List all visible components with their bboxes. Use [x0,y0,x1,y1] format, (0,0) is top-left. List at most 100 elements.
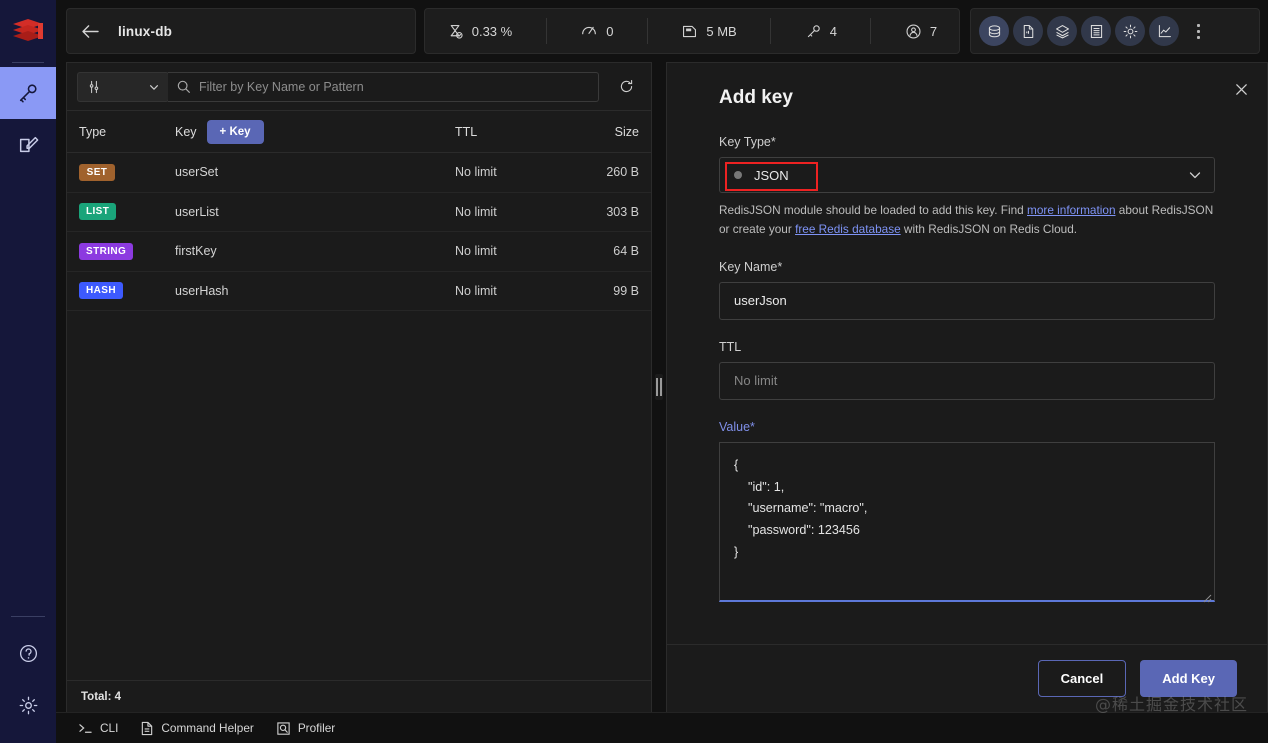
keys-table-body: SET userSet No limit 260 B LIST userList… [67,153,651,680]
stat-cpu: 0.33 % [437,23,522,40]
stat-divider [646,18,648,44]
key-type-select[interactable]: JSON [719,157,1215,193]
stat-commands: 0 [570,22,623,40]
status-badge: LIST [79,203,117,221]
slowlog-document-icon-button[interactable] [1013,16,1043,46]
layers-icon-button[interactable] [1047,16,1077,46]
column-header-ttl[interactable]: TTL [455,125,567,139]
key-type-dot-icon [734,171,742,179]
analytics-chart-icon [1156,23,1173,40]
table-grid-icon-button[interactable] [1081,16,1111,46]
page-title: Add key [719,87,793,108]
add-key-button[interactable]: + Key [206,119,264,144]
cancel-button[interactable]: Cancel [1037,660,1127,697]
database-stats-bar: 0.33 % 0 5 MB 4 7 [424,8,960,54]
sidebar-item-workbench[interactable] [0,119,56,171]
user-circle-icon [905,23,922,40]
key-type-label: Key Type* [719,135,776,149]
edit-square-icon [17,134,39,156]
command-helper-button[interactable]: Command Helper [140,721,254,736]
redis-insight-window: linux-db 0.33 % 0 5 MB 4 7 Filter by Key… [0,0,1268,743]
stat-clients: 7 [895,23,947,40]
column-header-size[interactable]: Size [567,125,639,139]
value-textarea[interactable]: { "id": 1, "username": "macro", "passwor… [719,441,1215,602]
keys-search-wrapper[interactable] [168,71,599,102]
row-key-cell: userList [175,204,219,219]
sidebar-item-settings[interactable] [0,679,56,731]
stat-keys-value: 4 [829,23,837,39]
row-size-cell: 260 B [606,165,639,180]
profiler-button[interactable]: Profiler [276,721,335,736]
row-key-cell: userHash [175,283,229,298]
table-grid-icon [1088,23,1105,40]
document-icon [140,721,154,736]
stat-memory: 5 MB [671,23,746,40]
status-badge: HASH [79,282,123,300]
row-key-cell: firstKey [175,244,217,259]
row-ttl-cell: No limit [455,244,497,259]
status-badge: STRING [79,242,134,260]
keys-table-header: Type Key + Key TTL Size [67,111,651,153]
row-ttl-cell: No limit [455,283,497,298]
table-row[interactable]: STRING firstKey No limit 64 B [67,232,651,272]
stat-keys: 4 [795,23,847,40]
keys-total-label: Total: 4 [67,680,651,712]
bottom-bar: CLI Command Helper Profiler [56,712,1268,743]
table-row[interactable]: SET userSet No limit 260 B [67,153,651,193]
close-icon [1234,82,1249,97]
key-type-filter-select[interactable] [77,71,169,102]
ttl-label: TTL [719,339,742,354]
database-stack-icon-button[interactable] [979,16,1009,46]
rail-divider-top [12,62,44,63]
key-type-group: Key Type* JSON RedisJSON module should b… [719,135,1215,240]
question-circle-icon [18,643,39,664]
row-ttl-cell: No limit [455,165,497,180]
cli-label: CLI [100,721,119,735]
row-type-cell: STRING [79,242,175,260]
magnifier-square-icon [276,721,291,736]
free-redis-database-link[interactable]: free Redis database [795,222,901,236]
add-key-submit-button[interactable]: Add Key [1140,660,1237,697]
status-badge: SET [79,163,115,181]
analytics-chart-icon-button[interactable] [1149,16,1179,46]
hint-text-1: RedisJSON module should be loaded to add… [719,203,1027,217]
column-header-type[interactable]: Type [79,125,175,139]
gear-icon-button[interactable] [1115,16,1145,46]
database-header: linux-db [66,8,416,54]
database-stack-icon [986,23,1003,40]
row-type-cell: LIST [79,203,175,221]
value-label: Value* [719,419,755,434]
cli-button[interactable]: CLI [78,721,118,735]
close-panel-button[interactable] [1229,77,1253,101]
add-key-footer: Cancel Add Key [667,644,1267,712]
gauge-icon [580,22,598,40]
more-vertical-icon[interactable] [1187,16,1209,46]
resize-grip [655,374,663,400]
redis-logo [0,6,56,56]
table-row[interactable]: LIST userList No limit 303 B [67,193,651,232]
command-helper-label: Command Helper [161,721,254,735]
keys-filter-row [67,63,651,111]
hint-text-3: with RedisJSON on Redis Cloud. [900,222,1078,237]
table-row[interactable]: HASH userHash No limit 99 B [67,272,651,311]
back-arrow-icon[interactable] [81,24,100,39]
value-group: Value* { "id": 1, "username": "macro", "… [719,420,1215,607]
key-name-input[interactable] [719,281,1215,320]
row-size-cell: 99 B [613,283,639,298]
panel-resize-handle[interactable] [652,62,666,712]
sliders-icon [86,79,102,95]
ttl-input[interactable] [719,361,1215,400]
row-type-cell: HASH [79,282,175,300]
main-area: linux-db 0.33 % 0 5 MB 4 7 Filter by Key… [56,0,1268,743]
search-icon [176,79,191,94]
sidebar-item-help[interactable] [0,627,56,679]
slowlog-document-icon [1020,23,1037,40]
search-input[interactable] [199,79,590,94]
sidebar-item-browser[interactable] [0,67,56,119]
ttl-group: TTL [719,340,1215,400]
refresh-keys-button[interactable] [611,72,641,102]
column-header-key[interactable]: Key [175,125,197,139]
more-information-link[interactable]: more information [1027,203,1116,217]
stat-clients-value: 7 [929,23,938,39]
keys-panel: Type Key + Key TTL Size SET userSet No l [66,62,652,712]
